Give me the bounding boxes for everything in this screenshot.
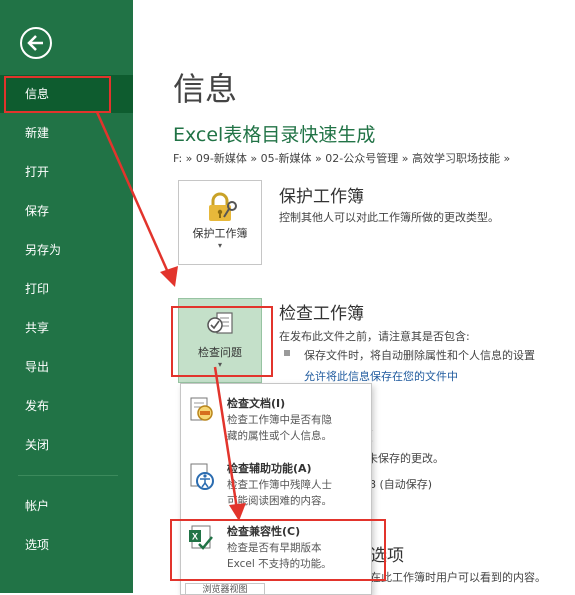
browser-options-desc-fragment: 在此工作簿时用户可以看到的内容。 bbox=[370, 571, 546, 584]
nav-open[interactable]: 打开 bbox=[0, 153, 133, 191]
check-accessibility-desc-2: 可能阅读困难的内容。 bbox=[227, 495, 332, 507]
menu-item-inspect-document[interactable]: 检查文档(I) 检查工作簿中是否有隐 藏的属性或个人信息。 bbox=[181, 386, 371, 446]
back-arrow-icon bbox=[27, 35, 43, 51]
nav-options[interactable]: 选项 bbox=[0, 526, 133, 564]
workbook-title: Excel表格目录快速生成 bbox=[173, 124, 376, 146]
lock-key-icon bbox=[209, 192, 237, 221]
check-accessibility-title: 检查辅助功能(A) bbox=[227, 462, 312, 475]
nav-account[interactable]: 帐户 bbox=[0, 487, 133, 525]
inspect-bullet-text: 保存文件时，将自动删除属性和个人信息的设置 bbox=[304, 349, 535, 362]
nav-new[interactable]: 新建 bbox=[0, 114, 133, 152]
nav-print[interactable]: 打印 bbox=[0, 270, 133, 308]
inspect-issues-icon bbox=[207, 312, 233, 334]
compatibility-icon: X bbox=[189, 525, 213, 550]
backstage-sidebar: 信息 新建 打开 保存 另存为 打印 共享 导出 发布 关闭 帐户 选项 bbox=[0, 0, 133, 593]
browser-options-title-fragment: 选项 bbox=[370, 546, 404, 566]
chevron-down-icon: ▾ bbox=[217, 241, 222, 250]
inspect-desc: 在发布此文件之前，请注意其是否包含: bbox=[279, 330, 470, 343]
check-compatibility-title: 检查兼容性(C) bbox=[227, 525, 301, 538]
inspect-document-icon bbox=[190, 397, 213, 421]
protect-workbook-button[interactable]: 保护工作簿 ▾ bbox=[178, 180, 262, 265]
nav-export[interactable]: 导出 bbox=[0, 348, 133, 386]
protect-title: 保护工作簿 bbox=[279, 187, 364, 207]
protect-desc: 控制其他人可以对此工作簿所做的更改类型。 bbox=[279, 211, 499, 224]
check-issues-dropdown: 检查文档(I) 检查工作簿中是否有隐 藏的属性或个人信息。 检查辅助功能(A) … bbox=[180, 383, 372, 595]
svg-text:X: X bbox=[192, 532, 198, 542]
page-title: 信息 bbox=[173, 70, 238, 108]
nav-share[interactable]: 共享 bbox=[0, 309, 133, 347]
nav-save[interactable]: 保存 bbox=[0, 192, 133, 230]
check-issues-label: 检查问题 bbox=[198, 346, 242, 359]
bullet-icon bbox=[284, 350, 290, 356]
check-compatibility-desc-1: 检查是否有早期版本 bbox=[227, 542, 322, 554]
nav-divider bbox=[18, 475, 118, 476]
nav-close[interactable]: 关闭 bbox=[0, 426, 133, 464]
chevron-down-icon: ▾ bbox=[217, 360, 222, 369]
menu-item-check-accessibility[interactable]: 检查辅助功能(A) 检查工作簿中残障人士 可能阅读困难的内容。 bbox=[181, 452, 371, 512]
check-accessibility-desc-1: 检查工作簿中残障人士 bbox=[227, 479, 332, 491]
protect-button-label: 保护工作簿 bbox=[192, 227, 248, 240]
inspect-document-desc-2: 藏的属性或个人信息。 bbox=[227, 430, 332, 442]
check-issues-button[interactable]: 检查问题 ▾ bbox=[178, 298, 262, 383]
check-compatibility-desc-2: Excel 不支持的功能。 bbox=[227, 558, 332, 570]
nav-save-as[interactable]: 另存为 bbox=[0, 231, 133, 269]
file-path-breadcrumb[interactable]: F: » 09-新媒体 » 05-新媒体 » 02-公众号管理 » 高效学习职场… bbox=[173, 150, 510, 166]
allow-save-info-link[interactable]: 允许将此信息保存在您的文件中 bbox=[304, 368, 458, 384]
nav-publish[interactable]: 发布 bbox=[0, 387, 133, 425]
inspect-title: 检查工作簿 bbox=[279, 304, 364, 324]
back-button[interactable] bbox=[20, 27, 52, 59]
inspect-document-desc-1: 检查工作簿中是否有隐 bbox=[227, 414, 332, 426]
menu-item-check-compatibility[interactable]: X 检查兼容性(C) 检查是否有早期版本 Excel 不支持的功能。 bbox=[181, 518, 371, 578]
nav-info[interactable]: 信息 bbox=[0, 75, 133, 113]
autosave-version-fragment[interactable]: 8 (自动保存) bbox=[369, 476, 432, 492]
inspect-document-title: 检查文档(I) bbox=[227, 397, 286, 410]
browser-view-button-fragment[interactable]: 浏览器视图 bbox=[185, 583, 265, 594]
accessibility-icon bbox=[190, 463, 214, 490]
